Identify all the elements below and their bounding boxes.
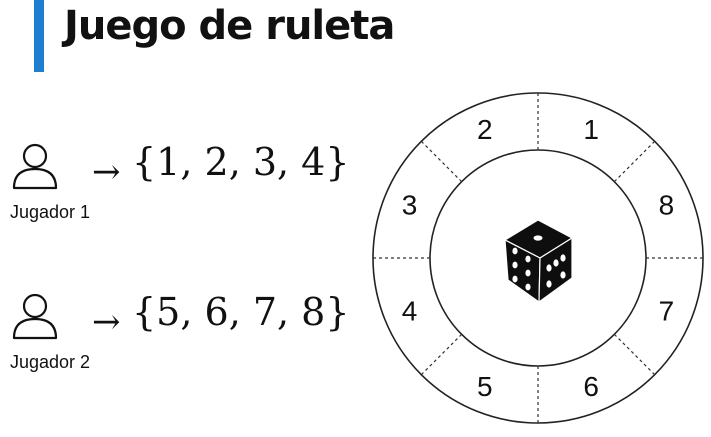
page-title: Juego de ruleta bbox=[64, 3, 395, 49]
segment-divider bbox=[420, 140, 463, 183]
segment-number: 8 bbox=[659, 189, 675, 220]
roulette-wheel: 1 8 7 6 5 4 3 2 bbox=[372, 92, 704, 424]
segment-divider bbox=[420, 333, 463, 376]
segment-number: 1 bbox=[583, 114, 599, 145]
arrow-symbol: → bbox=[92, 302, 121, 342]
segment-number: 4 bbox=[402, 296, 418, 327]
segment-number: 5 bbox=[477, 371, 493, 402]
number-set: {5, 6, 7, 8} bbox=[132, 290, 350, 334]
segment-number: 7 bbox=[659, 296, 675, 327]
player-1: → {1, 2, 3, 4} Jugador 1 bbox=[10, 140, 370, 230]
user-icon bbox=[12, 143, 58, 190]
segment-divider bbox=[613, 140, 656, 183]
number-set: {1, 2, 3, 4} bbox=[132, 140, 350, 184]
arrow-symbol: → bbox=[92, 152, 121, 192]
segment-number: 6 bbox=[583, 371, 599, 402]
segment-number: 2 bbox=[477, 114, 493, 145]
title-accent-bar bbox=[34, 0, 44, 72]
player-name: Jugador 1 bbox=[10, 202, 91, 222]
user-icon bbox=[12, 293, 58, 340]
segment-number: 3 bbox=[402, 189, 418, 220]
segment-divider bbox=[613, 333, 656, 376]
dice-icon bbox=[504, 219, 573, 303]
player-2: → {5, 6, 7, 8} Jugador 2 bbox=[10, 290, 370, 380]
player-name: Jugador 2 bbox=[10, 352, 91, 372]
